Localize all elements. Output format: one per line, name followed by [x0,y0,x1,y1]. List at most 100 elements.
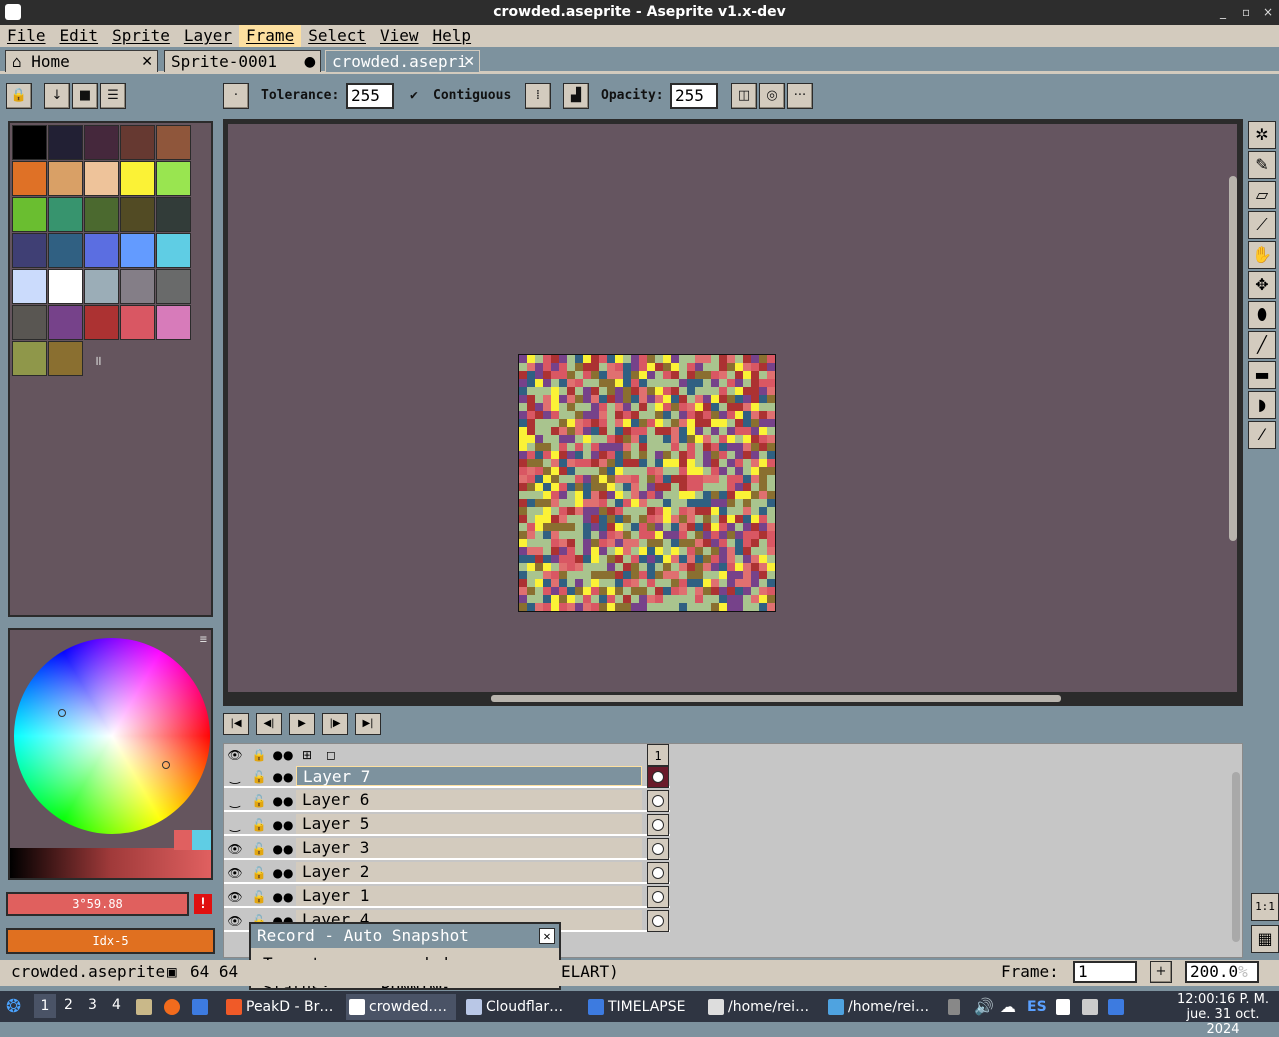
layer-name[interactable]: Layer 6 [296,790,642,810]
wheel-cursor[interactable] [162,761,170,769]
palette-swatch[interactable] [120,125,155,160]
minimize-button[interactable]: _ [1220,0,1226,25]
task-aseprite[interactable]: crowded.… [346,994,456,1020]
horizontal-scrollbar[interactable] [491,695,1061,702]
notes-icon[interactable] [1056,994,1074,1020]
continuous-icon[interactable]: ●● [272,766,294,788]
close-icon[interactable]: ✕ [463,51,475,72]
eye-closed-icon[interactable]: ‿ [224,814,246,836]
cel[interactable] [647,910,669,932]
continuous-icon[interactable]: ●● [272,862,294,884]
contour-icon[interactable]: ◗ [1248,391,1276,419]
palette-swatch[interactable] [12,233,47,268]
volume-icon[interactable]: 🔊 [974,994,994,1020]
menu-frame[interactable]: Frame [239,25,302,47]
unlock-icon[interactable]: 🔓 [248,862,270,884]
layer-row[interactable]: 👁 🔓 ●● Layer 1 [224,886,670,908]
unlock-icon[interactable]: 🔓 [248,886,270,908]
layer-row[interactable]: ‿ 🔓 ●● Layer 7 [224,766,670,788]
layer-name[interactable]: Layer 5 [296,814,642,834]
move-icon[interactable]: ✥ [1248,271,1276,299]
palette-swatch[interactable] [156,197,191,232]
layer-row[interactable]: ‿ 🔓 ●● Layer 6 [224,790,670,812]
eye-icon[interactable]: 👁 [224,838,246,860]
canvas-area[interactable] [228,124,1237,692]
start-menu-icon[interactable]: ❂ [6,994,21,1020]
vertical-scrollbar[interactable] [1229,176,1237,541]
layer-name[interactable]: Layer 2 [296,862,642,882]
tolerance-input[interactable]: 255 [346,83,394,109]
palette-swatch[interactable] [120,233,155,268]
menu-sprite[interactable]: Sprite [105,25,177,47]
wheel-cursor[interactable] [58,709,66,717]
menu-file[interactable]: File [0,25,53,47]
tab-home[interactable]: ⌂ Home ✕ [5,50,158,72]
continuous-icon[interactable]: ●● [272,790,294,812]
eye-icon[interactable]: 👁 [224,910,246,932]
palette-swatch[interactable] [12,305,47,340]
layer-name[interactable]: Layer 3 [296,838,642,858]
palette-swatch[interactable] [156,233,191,268]
tab-crowded[interactable]: crowded.asepri ✕ [325,50,480,72]
shade-swatch[interactable] [192,830,211,850]
background-color[interactable]: Idx-5 [6,928,215,954]
files-icon[interactable] [136,994,156,1020]
layer-name[interactable]: Layer 1 [296,886,642,906]
workspace-3[interactable]: 3 [88,997,97,1013]
task-timelapse[interactable]: TIMELAPSE [588,994,700,1020]
palette-swatch[interactable] [84,305,119,340]
magic-wand-icon[interactable]: ✲ [1248,121,1276,149]
palette-swatch[interactable] [120,269,155,304]
timeline-toggle-icon[interactable]: ▦ [1251,925,1279,953]
display-icon[interactable] [1082,994,1102,1020]
blur-icon[interactable]: ⁄ [1248,421,1276,449]
task-cloudflare[interactable]: Cloudflar… [466,994,578,1020]
cel[interactable] [647,838,669,860]
wheel-menu-icon[interactable]: ≡ [200,632,207,646]
symmetry-icon[interactable]: ◫ [731,83,757,109]
sprite-editor[interactable] [223,119,1243,706]
frame-input[interactable]: 1 [1073,961,1137,983]
square-icon[interactable]: ■ [72,83,98,109]
hand-icon[interactable]: ✋ [1248,241,1276,269]
cel[interactable] [647,862,669,884]
line-icon[interactable]: ╱ [1248,331,1276,359]
close-icon[interactable]: ✕ [539,928,555,944]
download-icon[interactable]: ↓ [44,83,70,109]
eye-icon[interactable]: 👁 [224,886,246,908]
maximize-button[interactable]: ▫ [1242,0,1250,25]
firefox-icon[interactable] [164,994,184,1020]
opacity-input[interactable]: 255 [670,83,718,109]
brush-point-icon[interactable]: · [223,83,249,109]
tab-sprite-0001[interactable]: Sprite-0001 ● [164,50,321,72]
menu-select[interactable]: Select [301,25,373,47]
continuous-icon[interactable]: ●● [272,886,294,908]
layer-name[interactable]: Layer 7 [296,766,642,786]
palette-swatch[interactable] [12,197,47,232]
add-frame-button[interactable]: + [1150,961,1172,983]
palette-swatch[interactable] [120,161,155,196]
palette-swatch[interactable] [84,161,119,196]
palette-swatch[interactable] [12,269,47,304]
modified-dot-icon[interactable]: ● [304,51,316,72]
continuous-icon[interactable]: ●● [272,744,294,766]
lock-icon[interactable]: 🔒 [6,83,32,109]
menu-view[interactable]: View [373,25,426,47]
menu-lines-icon[interactable]: ☰ [100,83,126,109]
layer-row[interactable]: 👁 🔓 ●● Layer 2 [224,862,670,884]
palette-swatch[interactable] [84,233,119,268]
task-browser[interactable]: PeakD - Br… [226,994,338,1020]
cel[interactable] [647,814,669,836]
foreground-color[interactable]: 3°59.88 [6,892,189,916]
sprite-canvas[interactable] [518,354,776,612]
layer-icon[interactable]: ◻ [320,744,342,766]
task-home-2[interactable]: /home/rei… [828,994,940,1020]
unlock-icon[interactable]: 🔓 [248,814,270,836]
eyedropper-icon[interactable]: ⟋ [1248,211,1276,239]
palette-drag-handle[interactable]: ॥ [94,351,102,369]
cel[interactable] [647,790,669,812]
clock[interactable]: 12:00:16 P. M. jue. 31 oct. 2024 [1168,992,1278,1037]
palette-swatch[interactable] [48,233,83,268]
menu-help[interactable]: Help [426,25,479,47]
eye-icon[interactable]: 👁 [224,744,246,766]
